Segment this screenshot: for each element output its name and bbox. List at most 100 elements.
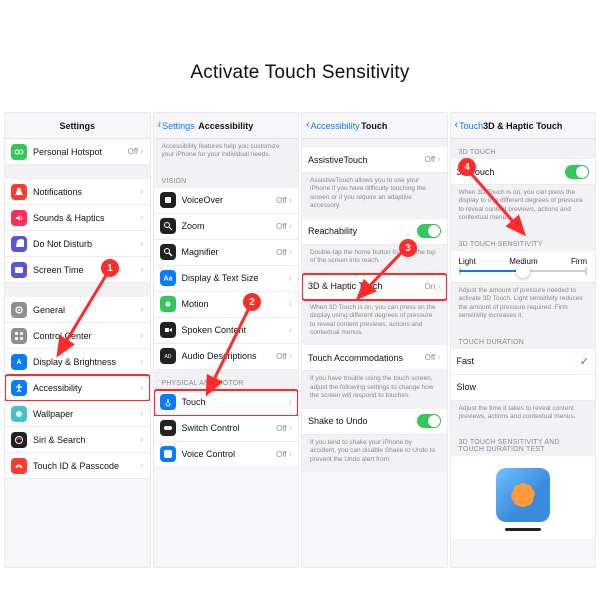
row-display-brightness[interactable]: ADisplay & Brightness› [5,349,150,375]
row-switch-control[interactable]: Switch ControlOff› [154,416,299,442]
panel-3d-haptic: ‹Touch 3D & Haptic Touch 3D TOUCH 3D Tou… [450,112,597,568]
slider-label-light: Light [459,257,476,266]
chevron-right-icon: › [289,449,292,460]
row-label: Voice Control [182,449,277,459]
row-screen-time[interactable]: Screen Time› [5,257,150,283]
general-icon [11,302,27,318]
sounds-icon [11,210,27,226]
row-value: Off [276,196,287,205]
row-label: Do Not Disturb [33,239,140,249]
row-label: Fast [457,356,580,366]
row-touch-accommodations[interactable]: Touch Accommodations Off › [302,345,447,371]
navbar: Settings [5,113,150,139]
chevron-right-icon: › [289,247,292,258]
chevron-right-icon: › [289,221,292,232]
row-accessibility[interactable]: Accessibility› [5,375,150,401]
row-label: Siri & Search [33,435,140,445]
row-audio-descriptions[interactable]: AD Audio DescriptionsOff› [154,344,299,370]
chevron-left-icon: ‹ [158,120,162,131]
sensitivity-test-image[interactable] [496,468,550,522]
footnote: If you have trouble using the touch scre… [302,371,447,408]
row-label: 3D & Haptic Touch [308,281,424,291]
chevron-right-icon: › [140,434,143,445]
svg-text:AD: AD [164,354,171,360]
back-label: Settings [162,121,195,131]
row-touch-id-passcode[interactable]: Touch ID & Passcode› [5,453,150,479]
magnifier-icon [160,244,176,260]
row-sounds-haptics[interactable]: Sounds & Haptics› [5,205,150,231]
row-do-not-disturb[interactable]: Do Not Disturb› [5,231,150,257]
chevron-right-icon: › [289,195,292,206]
row-general[interactable]: General› [5,297,150,323]
motion-icon [160,296,176,312]
row-value: Off [276,248,287,257]
row-assistivetouch[interactable]: AssistiveTouch Off › [302,147,447,173]
section-duration: TOUCH DURATION [451,329,596,349]
row-display-text-size[interactable]: AaDisplay & Text Size› [154,266,299,292]
slider-label-firm: Firm [571,257,587,266]
row-label: Display & Text Size [182,273,289,283]
row-label: Shake to Undo [308,416,417,426]
back-label: Touch [459,121,483,131]
section-3dtouch: 3D TOUCH [451,139,596,159]
row-touch[interactable]: Touch› [154,390,299,416]
navbar: ‹Settings Accessibility [154,113,299,139]
spoken-icon [160,322,176,338]
footnote: Adjust the time it takes to reveal conte… [451,401,596,430]
chevron-right-icon: › [140,408,143,419]
row-label: Audio Descriptions [182,351,277,361]
back-button[interactable]: ‹Touch [455,120,484,131]
voiceover-icon [160,192,176,208]
row-motion[interactable]: Motion› [154,292,299,318]
slider-knob[interactable] [516,264,530,278]
reachability-toggle[interactable] [417,224,441,238]
row-value: Off [276,222,287,231]
row-magnifier[interactable]: MagnifierOff› [154,240,299,266]
row-duration-fast[interactable]: Fast ✓ [451,349,596,375]
panel-touch: ‹Accessibility Touch AssistiveTouch Off … [301,112,448,568]
row-label: AssistiveTouch [308,155,425,165]
screentime-icon [11,262,27,278]
sensitivity-slider[interactable] [459,270,588,272]
controlcenter-icon [11,328,27,344]
row-value: Off [276,352,287,361]
row-value: Off [128,147,139,156]
footnote: When 3D Touch is on, you can press the d… [451,185,596,231]
accessibility-icon [11,380,27,396]
row-control-center[interactable]: Control Center› [5,323,150,349]
row-label: Touch ID & Passcode [33,461,140,471]
row-voice-control[interactable]: Voice ControlOff› [154,442,299,468]
row-zoom[interactable]: ZoomOff› [154,214,299,240]
navbar: ‹Touch 3D & Haptic Touch [451,113,596,139]
chevron-left-icon: ‹ [455,120,459,131]
row-3dtouch-toggle[interactable]: 3D Touch [451,159,596,185]
3dtouch-toggle[interactable] [565,165,589,179]
shake-toggle[interactable] [417,414,441,428]
chevron-right-icon: › [140,330,143,341]
chevron-right-icon: › [437,352,440,363]
row-notifications[interactable]: Notifications› [5,179,150,205]
row-voiceover[interactable]: VoiceOverOff› [154,188,299,214]
chevron-right-icon: › [289,351,292,362]
row-wallpaper[interactable]: Wallpaper› [5,401,150,427]
touch-icon [160,394,176,410]
nav-title: Accessibility [198,121,253,131]
row-value: Off [276,424,287,433]
chevron-right-icon: › [437,154,440,165]
row-reachability[interactable]: Reachability [302,219,447,245]
chevron-right-icon: › [289,273,292,284]
row-label: Notifications [33,187,140,197]
intro-text: Accessibility features help you customiz… [154,139,299,168]
row-shake-to-undo[interactable]: Shake to Undo [302,409,447,435]
back-button[interactable]: ‹Accessibility [306,120,360,131]
row-spoken-content[interactable]: Spoken Content› [154,318,299,344]
navbar: ‹Accessibility Touch [302,113,447,139]
chevron-right-icon: › [289,423,292,434]
row-3d-haptic-touch[interactable]: 3D & Haptic Touch On › [302,274,447,300]
footnote: When 3D Touch is on, you can press on th… [302,300,447,346]
footnote: Double-tap the home button to bring the … [302,245,447,274]
row-siri-search[interactable]: Siri & Search› [5,427,150,453]
back-button[interactable]: ‹Settings [158,120,195,131]
row-personal-hotspot[interactable]: Personal Hotspot Off › [5,139,150,165]
row-duration-slow[interactable]: Slow [451,375,596,401]
